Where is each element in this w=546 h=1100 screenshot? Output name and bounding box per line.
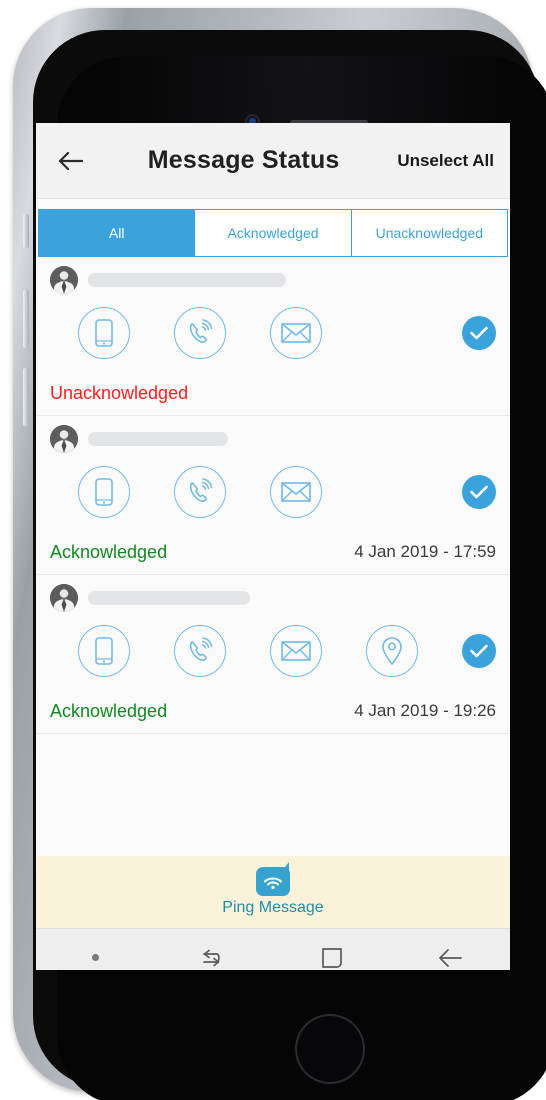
phone-ring-icon[interactable] — [174, 466, 226, 518]
mute-switch[interactable] — [23, 214, 29, 248]
mobile-icon[interactable] — [78, 625, 130, 677]
list-empty-space — [36, 734, 510, 856]
mobile-icon[interactable] — [78, 307, 130, 359]
message-row-header — [50, 265, 496, 295]
envelope-icon[interactable] — [270, 625, 322, 677]
nav-switch-app-button[interactable] — [155, 945, 274, 971]
select-checkbox[interactable] — [462, 634, 496, 668]
phone-ring-icon[interactable] — [174, 625, 226, 677]
envelope-icon[interactable] — [270, 466, 322, 518]
message-row-footer: Unacknowledged — [50, 371, 496, 415]
app-header: Message Status Unselect All — [36, 123, 510, 199]
status-badge: Acknowledged — [50, 700, 168, 721]
app-screen: Message Status Unselect All All Acknowle… — [36, 123, 510, 970]
message-list: Unacknowledged Acknowledged 4 Jan 2019 -… — [36, 257, 510, 856]
timestamp: 4 Jan 2019 - 19:26 — [354, 701, 496, 720]
page-title: Message Status — [147, 146, 340, 174]
message-row[interactable]: Acknowledged 4 Jan 2019 - 17:59 — [36, 416, 510, 575]
dot-indicator-icon — [91, 954, 99, 961]
volume-up-button[interactable] — [23, 290, 29, 348]
status-badge: Acknowledged — [50, 541, 168, 562]
ping-message-label: Ping Message — [222, 899, 324, 916]
filter-tabs: All Acknowledged Unacknowledged — [36, 199, 510, 257]
recipient-name-redacted — [88, 591, 250, 605]
channel-icons — [50, 295, 496, 371]
avatar — [50, 425, 78, 453]
phone-ring-icon[interactable] — [174, 307, 226, 359]
screenshot-canvas: Message Status Unselect All All Acknowle… — [0, 0, 546, 1100]
status-badge: Unacknowledged — [50, 382, 189, 403]
channel-icons — [50, 454, 496, 530]
message-row-footer: Acknowledged 4 Jan 2019 - 19:26 — [50, 689, 496, 733]
message-row[interactable]: Unacknowledged — [36, 257, 510, 416]
timestamp: 4 Jan 2019 - 17:59 — [354, 542, 496, 561]
recipient-name-redacted — [88, 273, 286, 287]
volume-down-button[interactable] — [23, 368, 29, 426]
tab-all[interactable]: All — [38, 209, 196, 257]
select-checkbox[interactable] — [462, 316, 496, 350]
nav-dot-indicator — [36, 954, 155, 961]
home-button[interactable] — [295, 1014, 365, 1084]
avatar — [50, 584, 78, 612]
select-checkbox[interactable] — [462, 475, 496, 509]
ping-message-button[interactable]: Ping Message — [36, 856, 510, 928]
tab-unacknowledged[interactable]: Unacknowledged — [351, 209, 508, 257]
nav-back-button[interactable] — [392, 946, 511, 970]
android-nav-bar — [36, 928, 510, 970]
message-row[interactable]: Acknowledged 4 Jan 2019 - 19:26 — [36, 575, 510, 734]
unselect-all-button[interactable]: Unselect All — [397, 151, 496, 171]
recipient-name-redacted — [88, 432, 228, 446]
location-pin-icon[interactable] — [366, 625, 418, 677]
message-row-header — [50, 424, 496, 454]
channel-icons — [50, 613, 496, 689]
nav-home-button[interactable] — [273, 945, 392, 971]
back-arrow-icon[interactable] — [50, 141, 90, 181]
message-row-header — [50, 583, 496, 613]
avatar — [50, 266, 78, 294]
envelope-icon[interactable] — [270, 307, 322, 359]
message-row-footer: Acknowledged 4 Jan 2019 - 17:59 — [50, 530, 496, 574]
mobile-icon[interactable] — [78, 466, 130, 518]
ping-broadcast-icon — [256, 862, 290, 896]
tab-acknowledged[interactable]: Acknowledged — [195, 209, 352, 257]
